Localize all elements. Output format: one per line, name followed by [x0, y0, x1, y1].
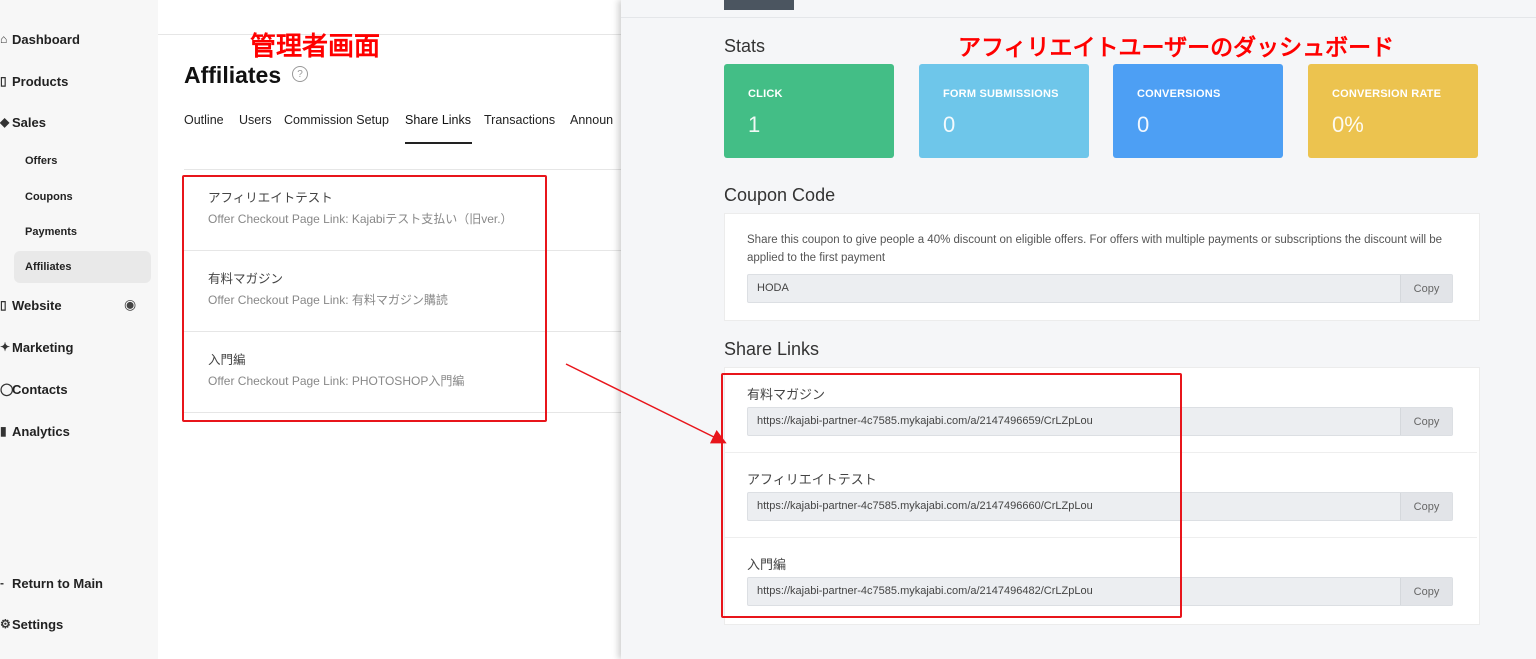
- annotation-arrow: [565, 363, 727, 444]
- arrow-line: [565, 363, 727, 444]
